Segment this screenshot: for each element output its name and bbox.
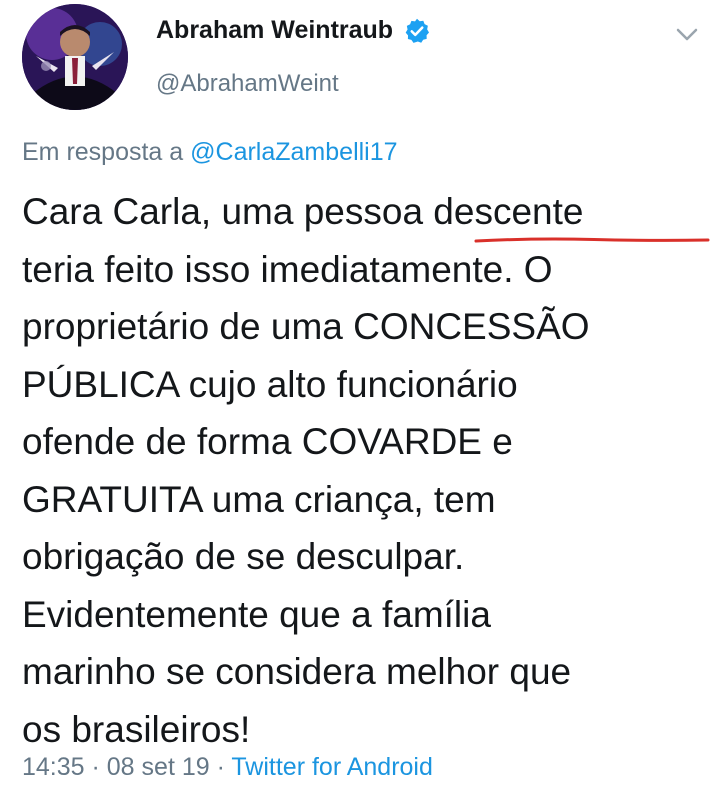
author-handle[interactable]: @AbrahamWeint: [156, 70, 339, 98]
verified-badge-icon: [403, 17, 431, 45]
tweet-line: marinho se considera melhor que: [22, 651, 572, 692]
meta-separator: ·: [209, 753, 232, 781]
author-name-row: Abraham Weintraub: [156, 16, 431, 45]
chevron-down-icon[interactable]: [672, 22, 702, 46]
tweet-line: obrigação de se desculpar.: [22, 536, 465, 577]
avatar[interactable]: [22, 4, 128, 110]
meta-separator: ·: [84, 753, 107, 781]
reply-context: Em resposta a @CarlaZambelli17: [22, 138, 398, 167]
red-underline-annotation: [474, 236, 710, 244]
tweet-line: GRATUITA uma criança, tem: [22, 478, 496, 520]
tweet-line: PÚBLICA cujo alto funcionário: [22, 363, 518, 405]
tweet-time[interactable]: 14:35: [22, 753, 85, 781]
reply-prefix: Em resposta a: [22, 138, 191, 166]
reply-mention-link[interactable]: @CarlaZambelli17: [190, 138, 397, 166]
tweet-line: os brasileiros!: [22, 708, 251, 750]
tweet-source-link[interactable]: Twitter for Android: [231, 753, 432, 781]
tweet: Abraham Weintraub @AbrahamWeint Em respo…: [0, 0, 720, 809]
tweet-line: Cara Carla, uma pessoa descente: [22, 191, 584, 232]
tweet-line: ofende de forma COVARDE e: [22, 421, 513, 462]
author-display-name[interactable]: Abraham Weintraub: [156, 16, 393, 45]
tweet-date[interactable]: 08 set 19: [107, 753, 210, 781]
tweet-line: proprietário de uma CONCESSÃO: [22, 306, 590, 347]
tweet-line: teria feito isso imediatamente. O: [22, 248, 553, 290]
tweet-meta: 14:35 · 08 set 19 · Twitter for Android: [22, 753, 433, 782]
tweet-text: Cara Carla, uma pessoa descente teria fe…: [22, 183, 712, 758]
tweet-line: Evidentemente que a família: [22, 593, 491, 635]
avatar-image: [22, 4, 128, 110]
